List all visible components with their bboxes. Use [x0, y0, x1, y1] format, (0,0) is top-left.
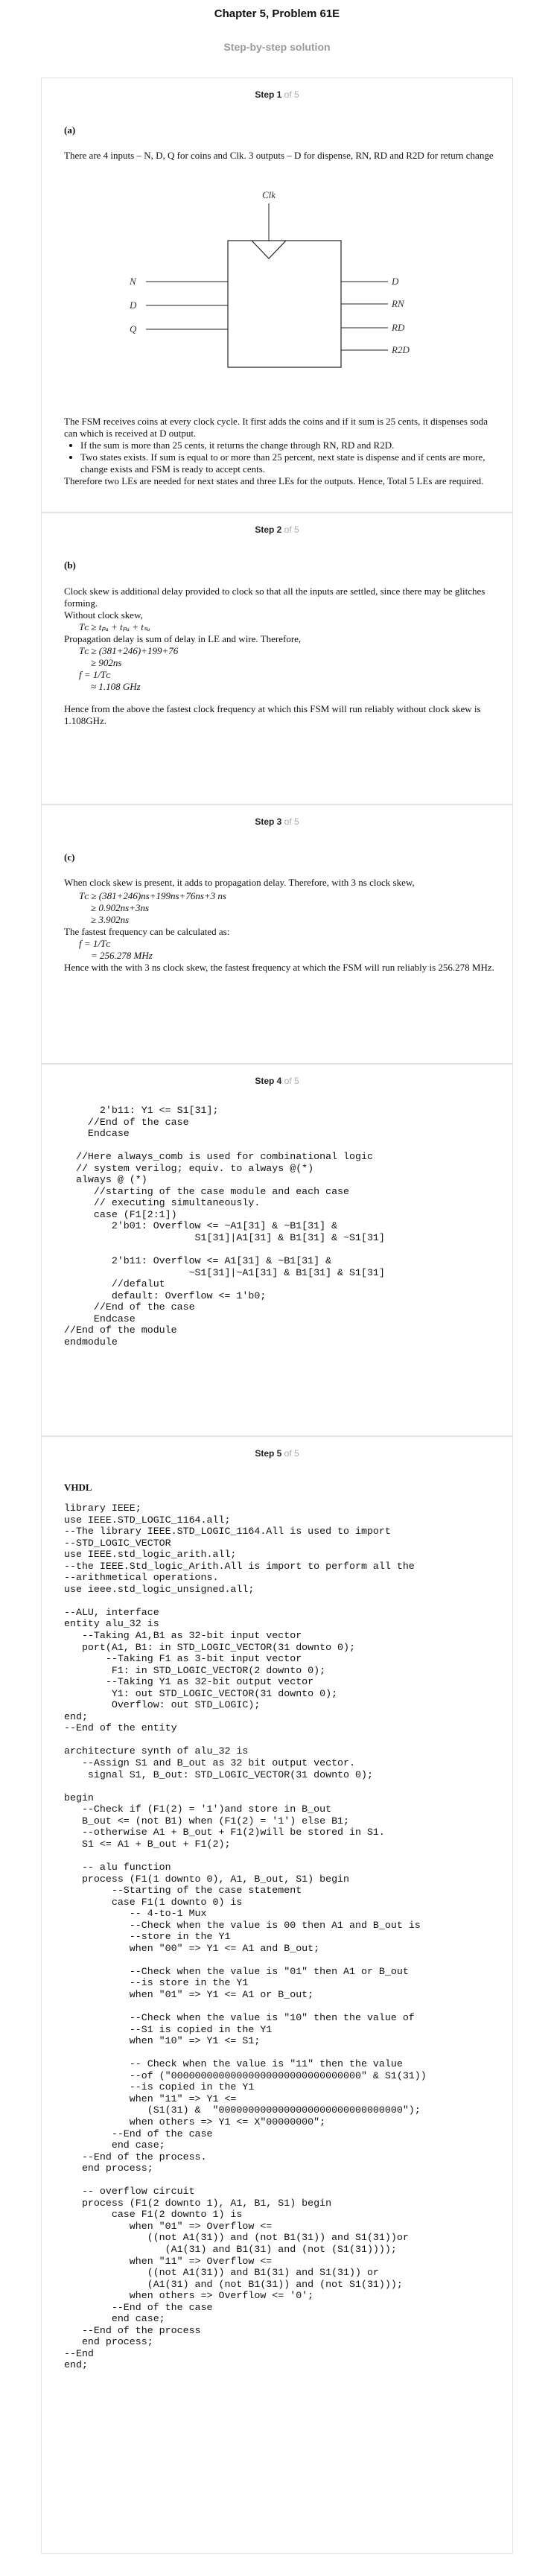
- step-3-para-1: When clock skew is present, it adds to p…: [64, 877, 415, 888]
- page-title: Chapter 5, Problem 61E: [214, 7, 340, 20]
- step-label: Step 1: [255, 89, 282, 100]
- equation-delay-sum: Tᴄ ≥ (381+246)+199+76: [79, 645, 179, 656]
- fsm-block: [227, 240, 342, 368]
- step-count: of 5: [284, 816, 299, 827]
- part-label: VHDL: [64, 1482, 92, 1493]
- input-n-label: N: [129, 276, 137, 287]
- step-2-para-1: Clock skew is additional delay provided …: [64, 586, 485, 609]
- step-3-header: Step 3 of 5: [42, 816, 512, 827]
- step-2-conclusion: Hence from the above the fastest clock f…: [64, 703, 481, 726]
- list-item: Two states exists. If sum is equal to or…: [80, 451, 496, 475]
- clock-triangle: [251, 240, 287, 259]
- step-5-card: Step 5 of 5 VHDL library IEEE; use IEEE.…: [41, 1436, 513, 2554]
- part-label: (a): [64, 124, 76, 136]
- step-1-para-2: Therefore two LEs are needed for next st…: [64, 475, 484, 486]
- page-subtitle: Step-by-step solution: [223, 41, 331, 53]
- step-3-conclusion: Hence with the with 3 ns clock skew, the…: [64, 962, 494, 973]
- step-2-para-3: Propagation delay is sum of delay in LE …: [64, 633, 302, 644]
- step-label: Step 4: [255, 1076, 282, 1086]
- step-4-header: Step 4 of 5: [42, 1076, 512, 1086]
- list-item: If the sum is more than 25 cents, it ret…: [80, 440, 496, 451]
- step-label: Step 2: [255, 524, 282, 535]
- step-2-header: Step 2 of 5: [42, 524, 512, 535]
- output-d-label: D: [391, 276, 399, 287]
- step-label: Step 5: [255, 1448, 282, 1459]
- output-rd-label: RD: [391, 322, 405, 333]
- step-1-para-1: The FSM receives coins at every clock cy…: [64, 416, 488, 439]
- output-r2d-label: R2D: [391, 344, 410, 355]
- verilog-code-block: 2'b11: Y1 <= S1[31]; //End of the case E…: [64, 1105, 385, 1348]
- input-q-label: Q: [130, 323, 137, 334]
- fsm-block-diagram: Clk N D Q D RN RD R2D: [129, 189, 410, 368]
- output-rn-label: RN: [391, 298, 405, 309]
- equation-skew-sum: ≥ 0.902ns+3ns: [91, 902, 150, 913]
- equation-frequency: f = 1/Tᴄ: [79, 669, 111, 680]
- equation-delay-result: ≥ 902ns: [91, 657, 122, 668]
- step-1-card: Step 1 of 5 (a) There are 4 inputs – N, …: [41, 77, 513, 513]
- part-label: (b): [64, 559, 76, 571]
- step-label: Step 3: [255, 816, 282, 827]
- equation-frequency-result: = 256.278 MHz: [91, 950, 153, 961]
- step-1-header: Step 1 of 5: [42, 89, 512, 100]
- step-2-card: Step 2 of 5 (b) Clock skew is additional…: [41, 513, 513, 805]
- vhdl-code-block: library IEEE; use IEEE.STD_LOGIC_1164.al…: [64, 1503, 427, 2371]
- step-1-bullet-list: If the sum is more than 25 cents, it ret…: [64, 440, 496, 475]
- part-label: (c): [64, 851, 75, 863]
- equation-skew-result: ≥ 3.902ns: [91, 914, 130, 925]
- equation-clock-period: Tᴄ ≥ tₚₐ + tₚₐ + tₛᵤ: [79, 621, 150, 632]
- step-3-card: Step 3 of 5 (c) When clock skew is prese…: [41, 805, 513, 1064]
- equation-clock-period-skew: Tᴄ ≥ (381+246)ns+199ns+76ns+3 ns: [79, 890, 226, 901]
- step-count: of 5: [284, 89, 299, 100]
- clk-label: Clk: [262, 189, 276, 200]
- step-count: of 5: [284, 524, 299, 535]
- step-2-para-2: Without clock skew,: [64, 609, 143, 621]
- step-4-card: Step 4 of 5 2'b11: Y1 <= S1[31]; //End o…: [41, 1064, 513, 1436]
- equation-frequency-result: ≈ 1.108 GHz: [91, 681, 141, 692]
- step-5-header: Step 5 of 5: [42, 1448, 512, 1459]
- step-1-intro: There are 4 inputs – N, D, Q for coins a…: [64, 150, 494, 161]
- input-d-label: D: [129, 299, 137, 311]
- step-count: of 5: [284, 1448, 299, 1459]
- step-count: of 5: [284, 1076, 299, 1086]
- step-3-para-2: The fastest frequency can be calculated …: [64, 926, 230, 937]
- equation-frequency: f = 1/Tᴄ: [79, 938, 111, 949]
